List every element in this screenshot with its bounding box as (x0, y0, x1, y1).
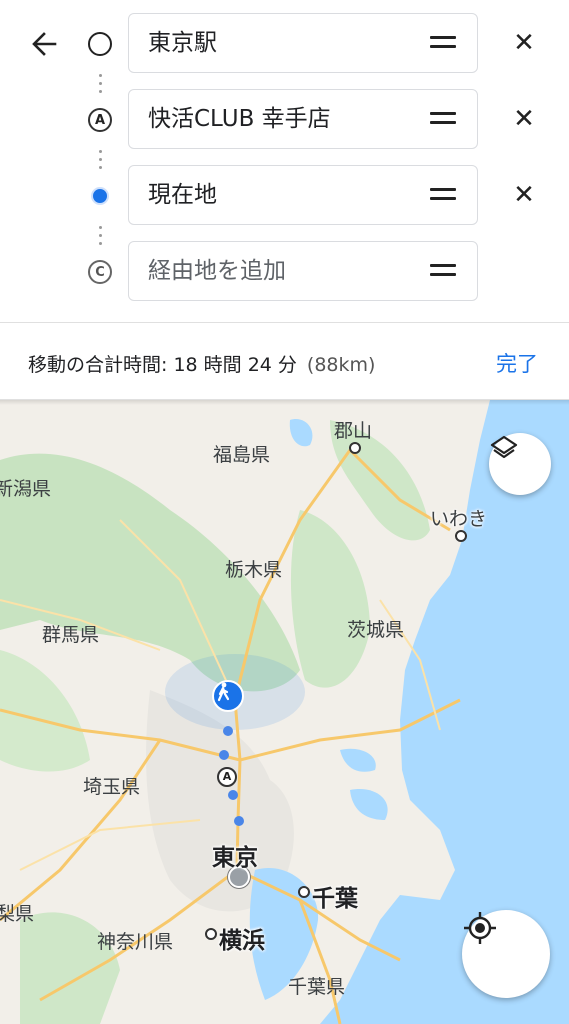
stop-a-badge: A (88, 108, 112, 132)
close-icon: ✕ (513, 104, 535, 134)
stop-row-origin: 東京駅 ✕ (0, 13, 569, 75)
stop-row-current: 現在地 ✕ (0, 165, 569, 227)
map-label-niigata: 新潟県 (0, 478, 52, 500)
total-distance: (88km) (306, 354, 376, 376)
walking-marker[interactable] (212, 680, 244, 712)
map-label-ibaraki: 茨城県 (347, 619, 405, 641)
route-stop-a-marker[interactable]: A (217, 767, 237, 787)
stop-row-a: A 快活CLUB 幸手店 ✕ (0, 89, 569, 151)
divider (0, 322, 569, 323)
panel-shadow (0, 399, 569, 405)
map-label-yokohama: 横浜 (219, 928, 265, 954)
map-label-kanagawa: 神奈川県 (97, 931, 174, 953)
city-dot (349, 442, 361, 454)
stop-a-marker: A (86, 106, 114, 134)
remove-origin-button[interactable]: ✕ (508, 27, 540, 59)
city-dot (298, 886, 310, 898)
trip-summary: 移動の合計時間: 18 時間 24 分 (88km) (28, 350, 375, 377)
map-label-saitama: 埼玉県 (83, 776, 141, 798)
remove-current-location-button[interactable]: ✕ (508, 179, 540, 211)
current-location-dot-icon (91, 187, 109, 205)
origin-field[interactable]: 東京駅 (128, 13, 478, 73)
stop-c-marker: C (86, 258, 114, 286)
current-location-text: 現在地 (148, 182, 217, 208)
close-icon: ✕ (513, 180, 535, 210)
walking-person-icon (217, 682, 230, 702)
city-dot (455, 530, 467, 542)
drag-handle-icon[interactable] (430, 36, 456, 50)
map-label-tokyo: 東京 (212, 845, 258, 871)
remove-stop-a-button[interactable]: ✕ (508, 103, 540, 135)
origin-text: 東京駅 (148, 30, 217, 56)
layers-button[interactable] (489, 433, 551, 495)
city-dot (205, 928, 217, 940)
layers-icon (490, 435, 518, 459)
add-stop-field[interactable]: 経由地を追加 (128, 241, 478, 301)
drag-handle-icon[interactable] (430, 188, 456, 202)
stop-row-add: C 経由地を追加 (0, 241, 569, 303)
stop-c-badge: C (88, 260, 112, 284)
map-label-chiba-city: 千葉 (312, 886, 358, 912)
map-label-gunma: 群馬県 (42, 624, 100, 646)
map-label-yamanashi: 梨県 (0, 903, 35, 925)
add-stop-placeholder: 経由地を追加 (148, 258, 286, 284)
done-button[interactable]: 完了 (496, 348, 538, 378)
map-label-iwaki: いわき (430, 508, 488, 530)
map-label-koriyama: 郡山 (334, 420, 373, 442)
circle-outline-icon (88, 32, 112, 56)
current-location-marker (86, 182, 114, 210)
map-label-chiba-pref: 千葉県 (288, 976, 346, 998)
map-view[interactable]: A 郡山 福島県 新潟県 いわき 栃木県 群馬県 茨城県 埼玉県 東京 千葉 梨… (0, 400, 569, 1024)
my-location-icon (464, 912, 496, 944)
stop-a-text: 快活CLUB 幸手店 (148, 106, 331, 132)
my-location-button[interactable] (462, 910, 550, 998)
total-time-label: 移動の合計時間: 18 時間 24 分 (28, 354, 297, 376)
drag-handle-icon[interactable] (430, 264, 456, 278)
drag-handle-icon[interactable] (430, 112, 456, 126)
current-location-field[interactable]: 現在地 (128, 165, 478, 225)
close-icon: ✕ (513, 28, 535, 58)
directions-panel: 東京駅 ✕ A 快活CLUB 幸手店 ✕ 現在地 ✕ C 経由地を追加 移動の合… (0, 0, 569, 400)
map-label-fukushima: 福島県 (213, 444, 271, 466)
stop-a-field[interactable]: 快活CLUB 幸手店 (128, 89, 478, 149)
map-label-tochigi: 栃木県 (225, 559, 283, 581)
origin-marker (86, 30, 114, 58)
